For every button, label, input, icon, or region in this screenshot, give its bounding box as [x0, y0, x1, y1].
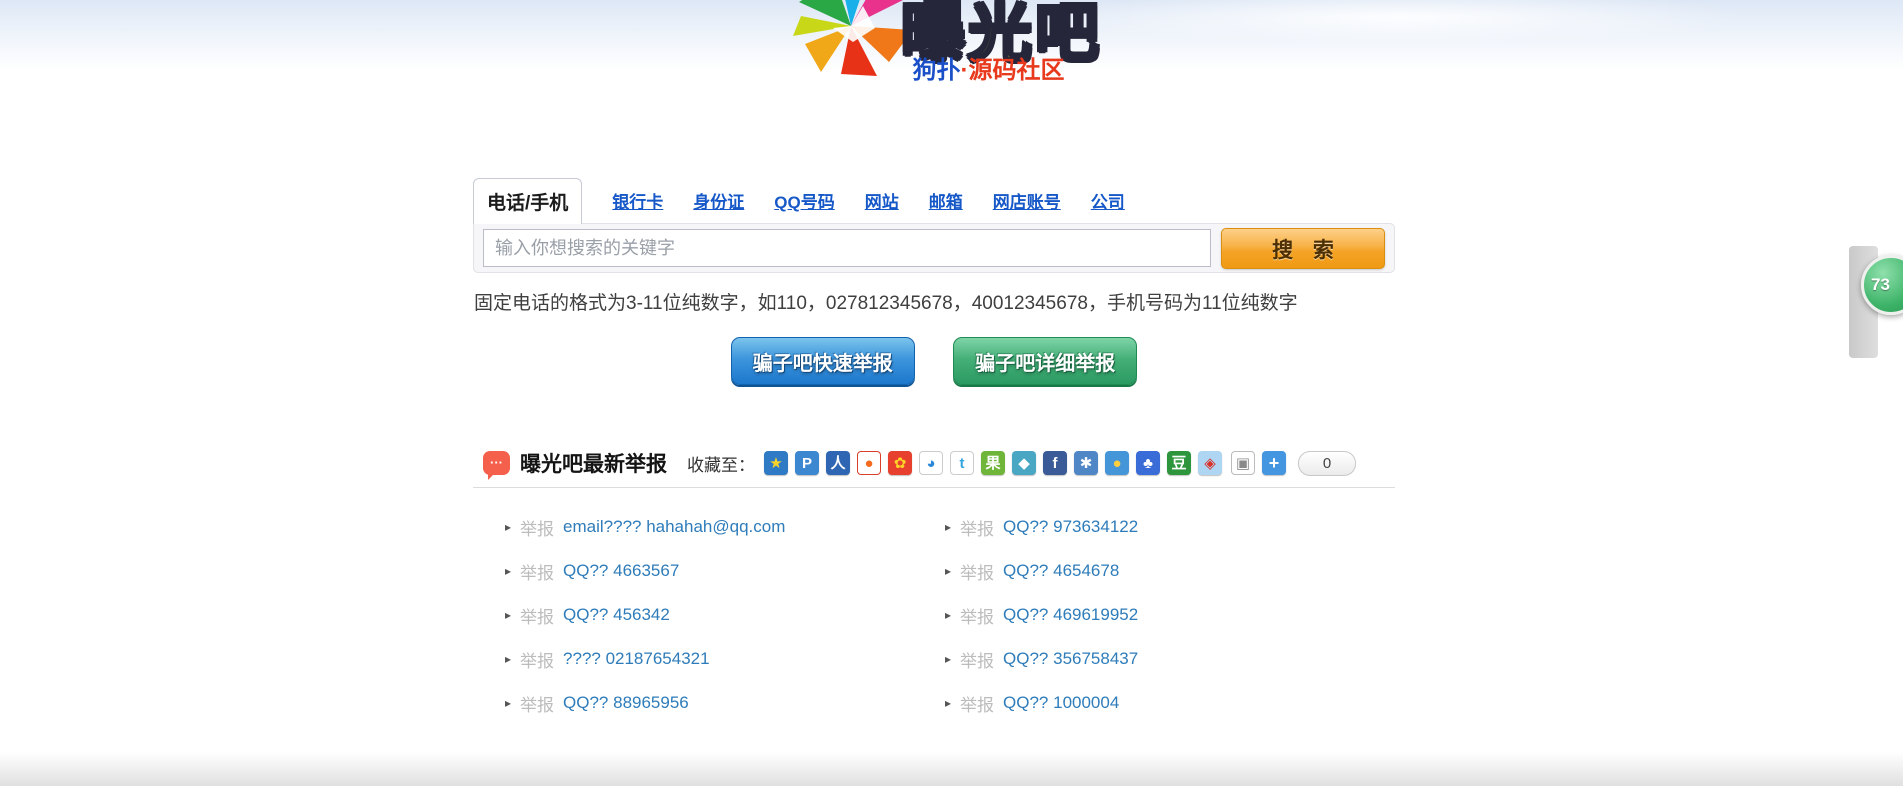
- report-prefix: 举报: [520, 691, 554, 716]
- quick-report-button[interactable]: 骗子吧快速举报: [731, 337, 915, 385]
- share-xianguo-icon[interactable]: 果: [981, 451, 1005, 475]
- add-share-icon[interactable]: +: [1262, 451, 1286, 475]
- report-list-item: ▸ 举报 QQ?? 88965956: [505, 681, 934, 725]
- share-tieba-icon[interactable]: ♣: [1136, 451, 1160, 475]
- share-tools: ▣ + 0: [1231, 451, 1356, 476]
- share-qzone-icon[interactable]: ★: [764, 451, 788, 475]
- share-lantern-icon[interactable]: ◈: [1198, 451, 1222, 475]
- page: 曝光吧 狗扑·源码社区 电话/手机 银行卡 身份证 QQ号码 网站 邮箱 网店账…: [0, 0, 1903, 786]
- tab-id-card[interactable]: 身份证: [693, 188, 744, 213]
- bullet-triangle-icon: ▸: [945, 520, 951, 534]
- report-link[interactable]: QQ?? 469619952: [1003, 605, 1138, 625]
- latest-reports-list: ▸ 举报 email???? hahahah@qq.com ▸ 举报 QQ?? …: [473, 505, 1395, 725]
- report-link[interactable]: QQ?? 456342: [563, 605, 670, 625]
- share-duck-icon[interactable]: ●: [1105, 451, 1129, 475]
- bullet-triangle-icon: ▸: [505, 696, 511, 710]
- share-douban-icon[interactable]: 豆: [1167, 451, 1191, 475]
- tab-bank-card[interactable]: 银行卡: [612, 188, 663, 213]
- tab-email[interactable]: 邮箱: [929, 188, 963, 213]
- report-prefix: 举报: [520, 603, 554, 628]
- tab-links: 银行卡 身份证 QQ号码 网站 邮箱 网店账号 公司: [582, 188, 1124, 224]
- cloud-decoration: [1050, 0, 1750, 45]
- report-list-item: ▸ 举报 ???? 02187654321: [505, 637, 934, 681]
- share-360-icon[interactable]: ◕: [919, 451, 943, 475]
- report-list-item: ▸ 举报 QQ?? 4663567: [505, 549, 934, 593]
- report-prefix: 举报: [960, 647, 994, 672]
- report-prefix: 举报: [520, 559, 554, 584]
- share-fish-icon[interactable]: ◆: [1012, 451, 1036, 475]
- report-prefix: 举报: [960, 515, 994, 540]
- bullet-triangle-icon: ▸: [945, 608, 951, 622]
- search-category-tabs: 电话/手机 银行卡 身份证 QQ号码 网站 邮箱 网店账号 公司: [473, 178, 1395, 224]
- report-list-item: ▸ 举报 email???? hahahah@qq.com: [505, 505, 934, 549]
- report-list-item: ▸ 举报 QQ?? 456342: [505, 593, 934, 637]
- share-twitter-icon[interactable]: t: [950, 451, 974, 475]
- report-list-item: ▸ 举报 QQ?? 1000004: [945, 681, 1395, 725]
- report-link[interactable]: QQ?? 973634122: [1003, 517, 1138, 537]
- report-prefix: 举报: [520, 647, 554, 672]
- copy-icon[interactable]: ▣: [1231, 451, 1255, 475]
- search-button[interactable]: 搜 索: [1221, 228, 1385, 269]
- report-buttons-row: 骗子吧快速举报 骗子吧详细举报: [473, 337, 1395, 385]
- share-pengyou-icon[interactable]: P: [795, 451, 819, 475]
- report-prefix: 举报: [960, 559, 994, 584]
- report-list-item: ▸ 举报 QQ?? 973634122: [945, 505, 1395, 549]
- bullet-triangle-icon: ▸: [505, 652, 511, 666]
- report-link[interactable]: QQ?? 356758437: [1003, 649, 1138, 669]
- report-link[interactable]: ???? 02187654321: [563, 649, 710, 669]
- search-panel: 搜 索: [473, 223, 1395, 273]
- section-divider: [473, 487, 1395, 488]
- share-renren-icon[interactable]: 人: [826, 451, 850, 475]
- share-count-badge: 0: [1298, 451, 1356, 476]
- report-link[interactable]: QQ?? 1000004: [1003, 693, 1119, 713]
- phone-format-hint: 固定电话的格式为3-11位纯数字，如110，027812345678，40012…: [474, 288, 1298, 315]
- bullet-triangle-icon: ▸: [505, 520, 511, 534]
- reports-column-left: ▸ 举报 email???? hahahah@qq.com ▸ 举报 QQ?? …: [473, 505, 934, 725]
- share-icons-row: ★ P 人 ● ✿ ◕ t 果 ◆ f ✱ ●: [764, 451, 1222, 475]
- bullet-triangle-icon: ▸: [945, 696, 951, 710]
- bottom-gradient-band: [0, 752, 1903, 786]
- bullet-triangle-icon: ▸: [505, 608, 511, 622]
- reports-column-right: ▸ 举报 QQ?? 973634122 ▸ 举报 QQ?? 4654678 ▸ …: [934, 505, 1395, 725]
- report-list-item: ▸ 举报 QQ?? 4654678: [945, 549, 1395, 593]
- report-prefix: 举报: [960, 691, 994, 716]
- tab-phone-active[interactable]: 电话/手机: [473, 178, 582, 224]
- share-facebook-icon[interactable]: f: [1043, 451, 1067, 475]
- report-link[interactable]: email???? hahahah@qq.com: [563, 517, 785, 537]
- share-sina-weibo-icon[interactable]: ●: [857, 451, 881, 475]
- report-prefix: 举报: [960, 603, 994, 628]
- report-list-item: ▸ 举报 QQ?? 356758437: [945, 637, 1395, 681]
- tab-company[interactable]: 公司: [1091, 188, 1125, 213]
- tab-shop-account[interactable]: 网店账号: [993, 188, 1061, 213]
- share-baidu-cang-icon[interactable]: ✿: [888, 451, 912, 475]
- latest-reports-header: ··· 曝光吧最新举报 收藏至： ★ P 人 ● ✿ ◕ t 果 ◆: [483, 446, 1356, 480]
- report-link[interactable]: QQ?? 4654678: [1003, 561, 1119, 581]
- subtitle-right: 源码社区: [969, 57, 1065, 84]
- tab-website[interactable]: 网站: [865, 188, 899, 213]
- bullet-triangle-icon: ▸: [945, 564, 951, 578]
- detailed-report-button[interactable]: 骗子吧详细举报: [953, 337, 1137, 385]
- bullet-triangle-icon: ▸: [945, 652, 951, 666]
- report-list-item: ▸ 举报 QQ?? 469619952: [945, 593, 1395, 637]
- share-to-label: 收藏至：: [687, 451, 755, 476]
- share-hand-icon[interactable]: ✱: [1074, 451, 1098, 475]
- report-link[interactable]: QQ?? 88965956: [563, 693, 689, 713]
- report-prefix: 举报: [520, 515, 554, 540]
- site-logo-subtitle: 狗扑·源码社区: [896, 50, 1081, 85]
- report-link[interactable]: QQ?? 4663567: [563, 561, 679, 581]
- speech-bubble-icon: ···: [483, 451, 510, 475]
- search-input[interactable]: [483, 229, 1211, 267]
- subtitle-left: 狗扑: [913, 57, 961, 84]
- latest-reports-title: 曝光吧最新举报: [520, 448, 667, 478]
- bullet-triangle-icon: ▸: [505, 564, 511, 578]
- tab-qq-number[interactable]: QQ号码: [774, 188, 834, 213]
- subtitle-dot: ·: [961, 57, 969, 84]
